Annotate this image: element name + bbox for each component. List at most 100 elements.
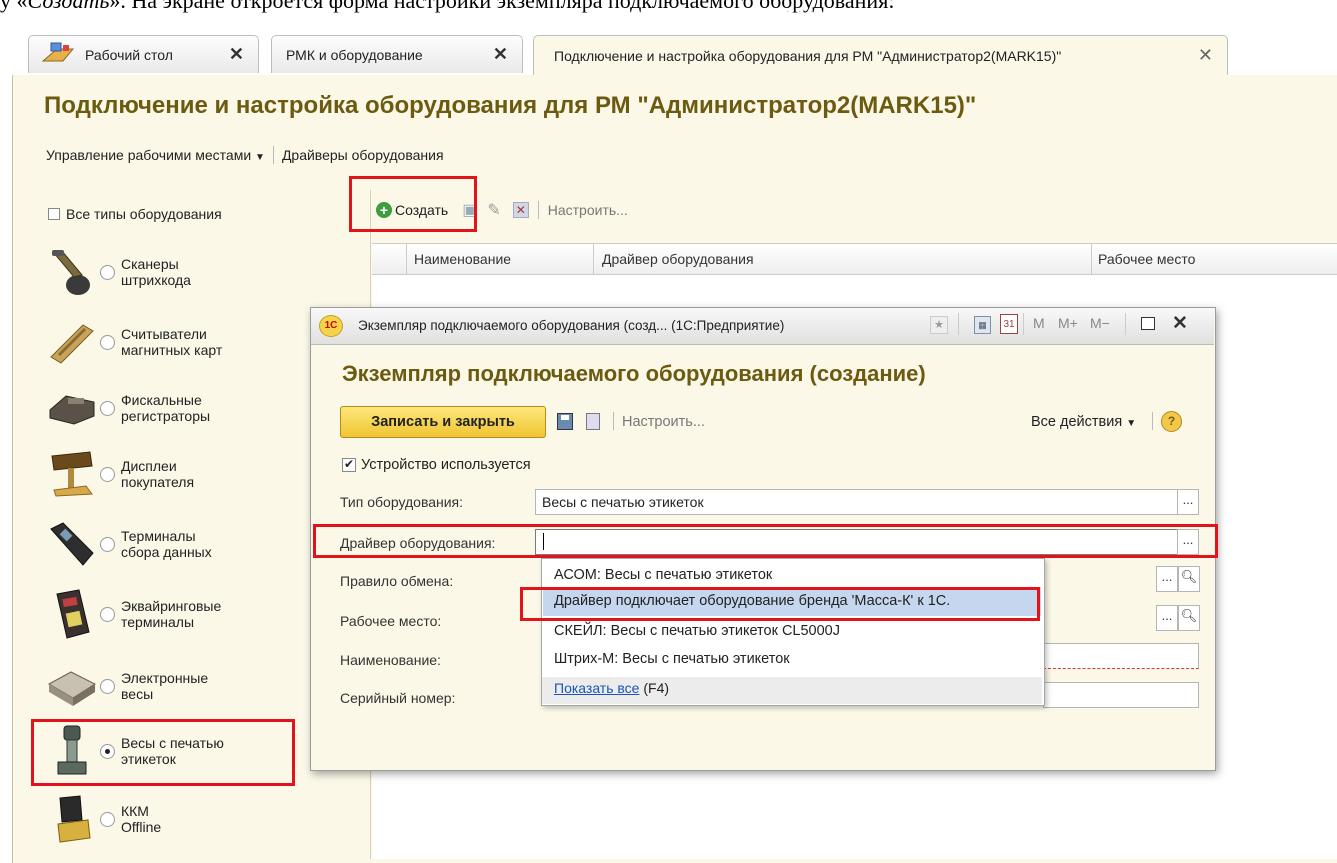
tab-label: РМК и оборудование [286,46,423,63]
all-types-checkbox[interactable]: Все типы оборудования [48,206,222,222]
data-terminal-icon [44,518,100,570]
chevron-down-icon: ▼ [1126,418,1137,429]
radio-button[interactable] [100,264,115,280]
search-icon[interactable]: 🔍︎ [1178,566,1200,592]
radio-button[interactable] [100,400,115,416]
document-caption: у «Создать». На экране откроется форма н… [0,0,895,13]
equipment-type-item[interactable]: Эквайринговые терминалы [44,583,344,645]
item-label-line1: Электронные [121,670,209,686]
divider [1091,244,1092,274]
divider [406,244,407,274]
tab-desktop[interactable]: Рабочий стол ✕ [28,35,259,73]
favorite-icon[interactable]: ★ [930,316,948,334]
highlight-driver-option [520,587,1040,621]
dialog-configure-button[interactable]: Настроить... [622,414,705,430]
equipment-type-item[interactable]: Терминалы сбора данных [44,513,344,575]
memory-add-button[interactable]: M+ [1058,315,1078,331]
divider [613,412,614,430]
scale-icon [44,660,100,712]
save-icon[interactable] [557,413,573,430]
item-label-line2: терминалы [121,614,195,630]
command-bar: Управление рабочими местами ▼ Драйверы о… [46,146,444,164]
column-name[interactable]: Наименование [414,251,511,267]
radio-button[interactable] [100,678,115,694]
dropdown-option[interactable]: СКЕЙЛ: Весы с печатью этикеток CL5000J [554,623,840,639]
all-actions-menu[interactable]: Все действия ▼ [1031,414,1136,430]
equipment-type-field[interactable]: Весы с печатью этикеток [535,489,1178,515]
maximize-icon[interactable] [1141,317,1155,330]
close-icon[interactable]: ✕ [229,44,244,65]
calculator-icon[interactable]: ▦ [974,316,991,334]
in-use-label: Устройство используется [361,457,531,473]
divider [1023,313,1024,335]
grid-header: Наименование Драйвер оборудования Рабоче… [372,243,1337,275]
chevron-down-icon: ▼ [255,152,265,163]
equipment-type-item[interactable]: Сканеры штрихкода [44,241,344,303]
item-label-line2: сбора данных [121,544,212,560]
dropdown-option[interactable]: АСОМ: Весы с печатью этикеток [554,567,772,583]
tab-rmk-equipment[interactable]: РМК и оборудование ✕ [271,35,523,73]
column-driver[interactable]: Драйвер оборудования [602,251,754,267]
highlight-create [349,176,477,232]
equipment-drivers-button[interactable]: Драйверы оборудования [282,147,444,163]
equipment-type-item[interactable]: Электронные весы [44,655,344,717]
close-icon[interactable]: ✕ [493,44,508,65]
memory-button[interactable]: M [1033,315,1045,331]
drag-handle[interactable]: · · · [786,6,817,17]
configure-button[interactable]: Настроить... [548,202,628,218]
select-button[interactable]: ... [1177,489,1199,515]
name-field[interactable] [1043,643,1199,669]
tab-label: Подключение и настройка оборудования для… [554,47,1062,64]
item-label-line1: Сканеры [121,256,179,272]
radio-button[interactable] [100,811,115,827]
item-label-line1: Эквайринговые [121,598,222,614]
select-button[interactable]: ... [1156,605,1178,631]
radio-button[interactable] [100,606,115,622]
delete-icon[interactable]: ✕ [512,202,529,218]
close-icon[interactable]: ✕ [1198,45,1213,66]
all-types-label: Все типы оборудования [66,206,222,222]
item-label-line1: Терминалы [121,528,196,544]
show-all-label[interactable]: Показать все [554,680,639,696]
shortcut-hint: (F4) [643,680,670,696]
tab-label: Рабочий стол [85,46,173,63]
divider [958,313,959,335]
radio-button[interactable] [100,334,115,350]
checkbox[interactable] [48,208,60,220]
show-all-link[interactable]: Показать все (F4) [554,680,669,696]
customer-display-icon [44,448,100,500]
dialog-heading: Экземпляр подключаемого оборудования (со… [342,361,926,386]
list-icon[interactable] [586,413,600,430]
equipment-type-item[interactable]: Фискальные регистраторы [44,377,344,439]
equipment-type-item[interactable]: ККМ Offline [44,788,344,850]
item-label-line1: Считыватели [121,326,207,342]
help-icon[interactable]: ? [1161,411,1182,432]
equipment-type-item[interactable]: Считыватели магнитных карт [44,311,344,373]
card-reader-icon [44,316,100,368]
memory-subtract-button[interactable]: M− [1090,315,1110,331]
all-actions-label: Все действия [1031,414,1123,430]
select-button[interactable]: ... [1156,566,1178,592]
close-icon[interactable]: ✕ [1172,312,1188,335]
column-workplace[interactable]: Рабочее место [1098,251,1195,267]
radio-button[interactable] [100,466,115,482]
serial-number-field[interactable] [1043,682,1199,708]
tab-connect-setup[interactable]: Подключение и настройка оборудования для… [533,35,1228,75]
save-and-close-button[interactable]: Записать и закрыть [340,406,546,438]
manage-workplaces-menu[interactable]: Управление рабочими местами ▼ [46,147,265,163]
workplace-label: Рабочее место: [340,613,442,629]
dropdown-option[interactable]: Штрих-М: Весы с печатью этикеток [554,651,790,667]
item-label-line2: весы [121,686,154,702]
equipment-type-item[interactable]: Дисплеи покупателя [44,443,344,505]
radio-button[interactable] [100,536,115,552]
item-label-line2: Offline [121,819,162,835]
calendar-icon[interactable]: 31 [1000,314,1018,334]
item-label-line1: ККМ [121,803,149,819]
checkmark-icon[interactable]: ✔ [342,458,356,472]
desktop-icon [41,41,75,68]
in-use-checkbox[interactable]: ✔ Устройство используется [342,457,531,473]
edit-icon[interactable]: ✎ [487,200,500,220]
exchange-rule-label: Правило обмена: [340,573,454,589]
search-icon[interactable]: 🔍︎ [1178,605,1200,631]
barcode-scanner-icon [44,246,100,298]
